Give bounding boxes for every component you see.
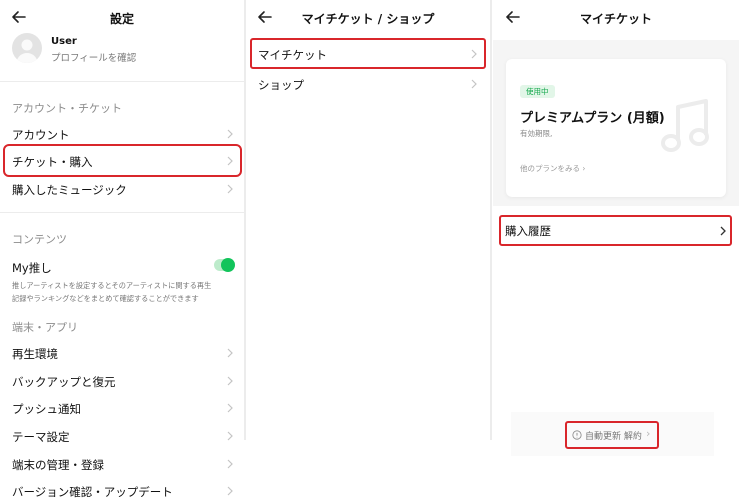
chevron-right-icon [227,184,233,194]
my-ticket-panel: マイチケット 使用中 プレミアムプラン (月額) 有効期限, 他のプランをみる … [493,0,739,456]
plan-card: 使用中 プレミアムプラン (月額) 有効期限, 他のプランをみる › [506,59,726,197]
settings-item-playback[interactable]: 再生環境 [0,340,244,366]
user-icon [16,39,38,63]
plan-validity: 有効期限, [520,129,553,138]
my-oshi-description-line: 記録やランキングなどをまとめて確認することができます [12,294,199,303]
chevron-right-icon [471,79,477,89]
plan-name: プレミアムプラン (月額) [520,111,665,126]
chevron-right-icon: › [580,164,586,173]
chevron-right-icon [227,348,233,358]
settings-item-ticket-purchase[interactable]: チケット・購入 [0,148,244,174]
divider [0,212,244,213]
chevron-right-icon [227,376,233,386]
my-oshi-row: My推し 推しアーティストを設定するとそのアーティストに関する再生 記録やランキ… [0,256,244,306]
chevron-right-icon [471,49,477,59]
purchase-history-label: 購入履歴 [505,224,551,238]
purchase-history-row[interactable]: 購入履歴 [493,217,739,243]
my-oshi-toggle[interactable] [214,258,235,272]
list-item-shop[interactable]: ショップ [246,71,490,97]
list-item-label: ショップ [258,78,304,92]
list-item-my-ticket[interactable]: マイチケット [246,41,490,67]
page-title: 設定 [109,12,134,26]
chevron-right-icon [227,403,233,413]
settings-item-label: プッシュ通知 [12,402,81,416]
divider [0,81,244,82]
page-title: マイチケット [579,12,652,26]
auto-renew-cancel-label: 自動更新 解約 [585,432,642,442]
status-badge: 使用中 [520,85,555,98]
info-icon [572,430,582,440]
chevron-right-icon [227,486,233,496]
avatar [12,33,42,63]
user-profile-link: プロフィールを確認 [51,53,137,64]
my-ticket-header: マイチケット [493,0,739,36]
plan-card-area: 使用中 プレミアムプラン (月額) 有効期限, 他のプランをみる › [493,40,739,206]
my-oshi-description: 推しアーティストを設定するとそのアーティストに関する再生 記録やランキングなどを… [12,279,211,305]
section-header-account: アカウント・チケット [12,102,122,115]
user-profile-row[interactable]: User プロフィールを確認 [0,30,244,68]
user-name: User [51,36,77,47]
settings-item-label: バックアップと復元 [12,375,116,389]
settings-panel: 設定 User プロフィールを確認 アカウント・チケット アカウント チケット・… [0,0,244,500]
other-plans-label: 他のプランをみる [520,164,580,173]
ticket-shop-header: マイチケット / ショップ [246,0,490,36]
settings-item-device-management[interactable]: 端末の管理・登録 [0,451,244,477]
my-oshi-description-line: 推しアーティストを設定するとそのアーティストに関する再生 [12,281,212,290]
settings-item-backup[interactable]: バックアップと復元 [0,368,244,394]
my-oshi-label: My推し [12,261,52,275]
settings-item-label: バージョン確認・アップデート [12,485,173,499]
settings-item-label: 購入したミュージック [12,183,127,197]
settings-item-purchased-music[interactable]: 購入したミュージック [0,176,244,202]
settings-item-label: アカウント [12,128,70,142]
chevron-right-icon [227,156,233,166]
chevron-right-icon [720,226,726,236]
list-item-label: マイチケット [258,48,327,62]
settings-item-version[interactable]: バージョン確認・アップデート [0,478,244,500]
ticket-shop-panel: マイチケット / ショップ マイチケット ショップ [246,0,490,440]
chevron-right-icon [227,459,233,469]
section-header-content: コンテンツ [12,233,67,246]
chevron-right-icon [227,129,233,139]
section-header-device: 端末・アプリ [12,321,78,334]
settings-item-label: テーマ設定 [12,430,70,444]
auto-renew-cancel-button[interactable]: 自動更新 解約 › [567,424,657,448]
chevron-right-icon [227,431,233,441]
other-plans-link[interactable]: 他のプランをみる › [520,163,585,174]
chevron-right-icon: › [646,427,651,440]
panel-divider [490,0,492,440]
settings-item-label: チケット・購入 [12,155,93,169]
settings-item-push[interactable]: プッシュ通知 [0,395,244,421]
music-note-icon [661,99,709,152]
settings-item-theme[interactable]: テーマ設定 [0,423,244,449]
settings-item-label: 再生環境 [12,347,58,361]
settings-item-label: 端末の管理・登録 [12,458,104,472]
settings-item-account[interactable]: アカウント [0,121,244,147]
toggle-knob [221,258,235,272]
page-title: マイチケット / ショップ [301,12,435,26]
